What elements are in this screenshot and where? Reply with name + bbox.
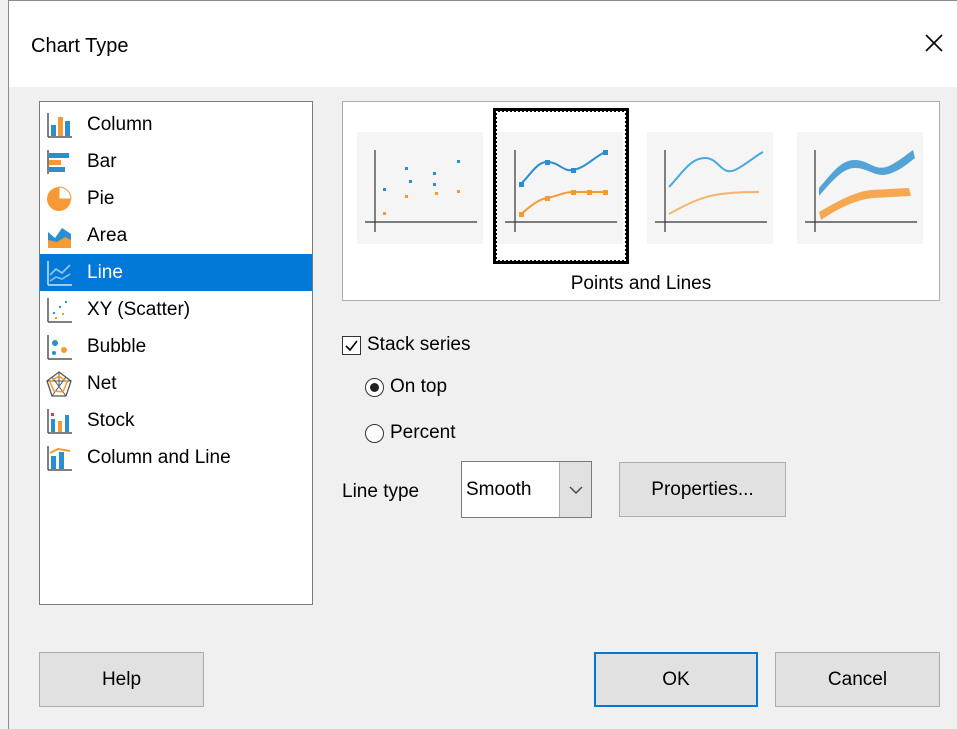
chart-type-pie[interactable]: Pie xyxy=(40,180,312,217)
on-top-radio[interactable]: On top xyxy=(365,376,447,398)
chart-type-label: Bubble xyxy=(87,335,147,357)
chart-type-column-and-line[interactable]: Column and Line xyxy=(40,439,312,476)
ok-button[interactable]: OK xyxy=(594,652,758,707)
line-type-label: Line type xyxy=(342,481,420,502)
chart-type-label: Pie xyxy=(87,187,115,209)
chart-type-column[interactable]: Column xyxy=(40,106,312,143)
properties-button[interactable]: Properties... xyxy=(619,462,786,517)
chart-variant-panel: Points and Lines xyxy=(342,101,940,301)
percent-label: Percent xyxy=(390,422,456,443)
variant-caption: Points and Lines xyxy=(570,273,712,294)
chart-type-label: Area xyxy=(87,224,128,246)
chart-type-bubble[interactable]: Bubble xyxy=(40,328,312,365)
chart-type-net[interactable]: Net xyxy=(40,365,312,402)
title-bar: Chart Type xyxy=(9,1,957,87)
chart-type-list[interactable]: Column Bar Pie Area Line XY (Scatter) Bu… xyxy=(39,101,313,605)
chevron-down-icon xyxy=(569,486,582,494)
on-top-label: On top xyxy=(390,376,448,397)
line-type-dropdown[interactable]: Smooth xyxy=(461,461,592,518)
close-icon xyxy=(925,34,943,52)
chart-type-xy-scatter[interactable]: XY (Scatter) xyxy=(40,291,312,328)
chart-type-label: XY (Scatter) xyxy=(87,298,191,320)
chart-type-stock[interactable]: Stock xyxy=(40,402,312,439)
area-chart-icon xyxy=(48,227,71,248)
chart-type-label: Column and Line xyxy=(87,446,231,468)
checkbox-box[interactable] xyxy=(342,335,361,355)
chart-type-bar[interactable]: Bar xyxy=(40,143,312,180)
checkmark-icon xyxy=(345,340,358,351)
variant-3d-lines[interactable] xyxy=(793,108,929,264)
chart-type-label: Net xyxy=(87,372,117,394)
variant-points-and-lines[interactable] xyxy=(493,108,629,264)
column-line-chart-icon xyxy=(47,445,72,471)
stack-series-checkbox[interactable]: Stack series xyxy=(342,334,470,356)
cancel-button[interactable]: Cancel xyxy=(775,652,940,707)
dropdown-arrow[interactable] xyxy=(559,462,591,517)
radio-circle[interactable] xyxy=(365,423,384,443)
close-button[interactable] xyxy=(911,23,957,63)
chart-type-area[interactable]: Area xyxy=(40,217,312,254)
chart-type-label: Column xyxy=(87,113,153,135)
dialog-title: Chart Type xyxy=(31,35,129,57)
scatter-chart-icon xyxy=(47,297,72,323)
variant-lines-only[interactable] xyxy=(643,108,779,264)
chart-type-line[interactable]: Line xyxy=(40,254,312,291)
help-button[interactable]: Help xyxy=(39,652,204,707)
lines-only-thumbnail xyxy=(647,132,773,244)
line-chart-icon xyxy=(47,260,72,286)
chart-type-label: Bar xyxy=(87,150,117,172)
percent-radio[interactable]: Percent xyxy=(365,422,455,444)
chart-type-label: Line xyxy=(87,261,123,283)
line-type-value: Smooth xyxy=(466,479,532,500)
chart-type-label: Stock xyxy=(87,409,135,431)
variant-points-only[interactable] xyxy=(353,108,489,264)
pie-chart-icon xyxy=(47,185,72,211)
3d-lines-thumbnail xyxy=(797,132,923,244)
column-chart-icon xyxy=(47,112,72,138)
bubble-chart-icon xyxy=(47,334,72,360)
bar-chart-icon xyxy=(47,149,69,174)
stock-chart-icon xyxy=(47,408,72,434)
stack-series-label: Stack series xyxy=(367,334,471,355)
net-chart-icon xyxy=(46,370,72,397)
points-and-lines-thumbnail xyxy=(497,132,623,244)
points-only-thumbnail xyxy=(357,132,483,244)
chart-type-dialog: Chart Type Column Bar Pie Area Line XY (… xyxy=(8,0,957,729)
radio-circle[interactable] xyxy=(365,377,384,397)
